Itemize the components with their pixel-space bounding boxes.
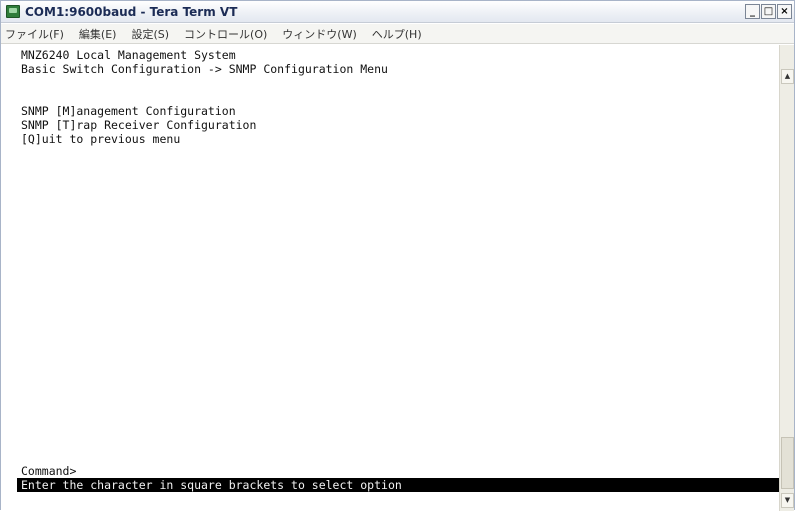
minimize-button[interactable]: _	[745, 4, 760, 19]
scroll-up-arrow-icon[interactable]: ▲	[781, 69, 794, 84]
menu-option-snmp-management: SNMP [M]anagement Configuration	[21, 104, 236, 118]
menu-edit[interactable]: 編集(E)	[79, 26, 117, 42]
window-title: COM1:9600baud - Tera Term VT	[25, 5, 238, 19]
menu-option-quit: [Q]uit to previous menu	[21, 132, 181, 146]
scroll-down-arrow-icon[interactable]: ▼	[781, 493, 794, 508]
menu-setup[interactable]: 設定(S)	[131, 26, 169, 42]
title-bar[interactable]: COM1:9600baud - Tera Term VT _ □ ×	[1, 1, 794, 23]
vertical-scrollbar[interactable]: ▲ ▼	[779, 45, 794, 511]
maximize-button[interactable]: □	[761, 4, 776, 19]
menu-bar: ファイル(F) 編集(E) 設定(S) コントロール(O) ウィンドウ(W) ヘ…	[1, 24, 794, 44]
menu-control[interactable]: コントロール(O)	[184, 26, 267, 42]
command-prompt: Command>	[21, 464, 77, 478]
tera-term-window: COM1:9600baud - Tera Term VT _ □ × ファイル(…	[0, 0, 795, 511]
menu-file[interactable]: ファイル(F)	[5, 26, 64, 42]
terminal-header-line-1: MNZ6240 Local Management System	[21, 48, 236, 62]
status-bar: Enter the character in square brackets t…	[17, 478, 779, 492]
status-message: Enter the character in square brackets t…	[21, 478, 402, 492]
terminal-header-line-2: Basic Switch Configuration -> SNMP Confi…	[21, 62, 388, 76]
menu-option-snmp-trap-receiver: SNMP [T]rap Receiver Configuration	[21, 118, 257, 132]
menu-help[interactable]: ヘルプ(H)	[372, 26, 422, 42]
close-button[interactable]: ×	[777, 4, 792, 19]
terminal-left-margin	[1, 45, 17, 511]
scroll-thumb[interactable]	[781, 437, 794, 489]
menu-window[interactable]: ウィンドウ(W)	[282, 26, 356, 42]
tera-term-app-icon[interactable]	[6, 5, 20, 18]
terminal-screen[interactable]: MNZ6240 Local Management System Basic Sw…	[17, 46, 779, 511]
window-controls: _ □ ×	[745, 4, 792, 20]
